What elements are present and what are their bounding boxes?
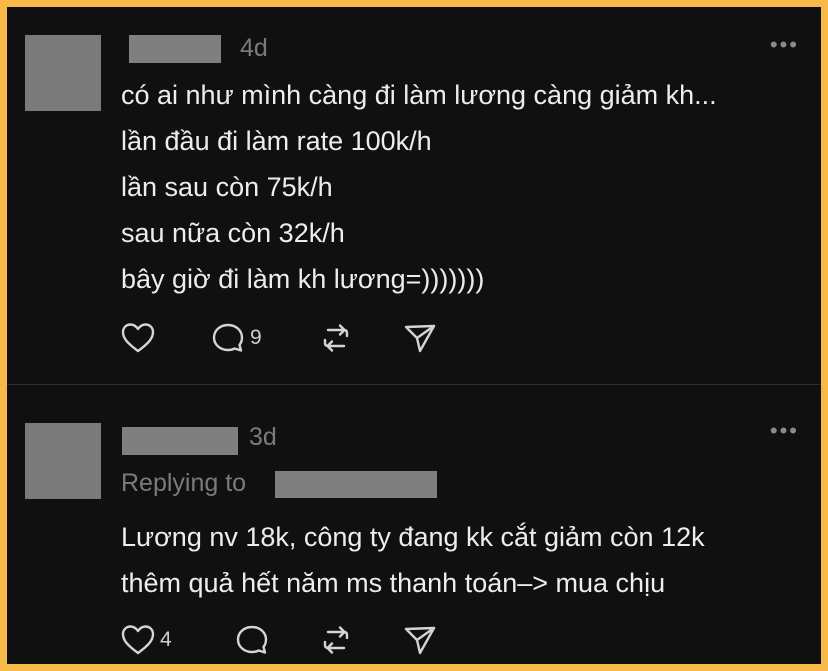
comment-button[interactable]	[235, 622, 269, 658]
more-options-icon[interactable]: •••	[770, 34, 799, 56]
post-text-line: lần đầu đi làm rate 100k/h	[121, 126, 432, 156]
like-count: 4	[160, 628, 172, 651]
like-button[interactable]	[121, 320, 155, 356]
post-body: có ai như mình càng đi làm lương càng gi…	[121, 72, 717, 302]
more-options-icon[interactable]: •••	[770, 420, 799, 442]
post-text-line: lần sau còn 75k/h	[121, 172, 333, 202]
post-text-line: bây giờ đi làm kh lương=)))))))	[121, 264, 485, 294]
repost-icon	[319, 624, 353, 656]
post-text-line: thêm quả hết năm ms thanh toán–> mua chị…	[121, 568, 666, 598]
comment-button[interactable]: 9	[211, 320, 262, 356]
comment-icon	[235, 624, 269, 656]
avatar[interactable]	[25, 423, 101, 499]
like-button[interactable]: 4	[121, 622, 172, 658]
share-button[interactable]	[403, 320, 437, 356]
avatar[interactable]	[25, 35, 101, 111]
post-text-line: sau nữa còn 32k/h	[121, 218, 345, 248]
post-time: 3d	[249, 423, 277, 451]
heart-icon	[121, 322, 155, 354]
post-time: 4d	[240, 34, 268, 62]
repost-button[interactable]	[319, 622, 353, 658]
heart-icon	[121, 624, 155, 656]
reply-count: 9	[250, 326, 262, 349]
post[interactable]: 3d ••• Replying to Lương nv 18k, công ty…	[7, 385, 821, 664]
thread-container: 4d ••• có ai như mình càng đi làm lương …	[7, 7, 821, 664]
username-redacted[interactable]	[122, 427, 238, 455]
replying-to-label: Replying to	[121, 469, 247, 497]
repost-button[interactable]	[319, 320, 353, 356]
replying-to-user-redacted[interactable]	[275, 471, 437, 498]
comment-icon	[211, 322, 245, 354]
share-icon	[403, 322, 437, 354]
share-button[interactable]	[403, 622, 437, 658]
post-body: Lương nv 18k, công ty đang kk cắt giảm c…	[121, 514, 705, 606]
post-text-line: có ai như mình càng đi làm lương càng gi…	[121, 80, 717, 110]
post-text-line: Lương nv 18k, công ty đang kk cắt giảm c…	[121, 522, 705, 552]
post[interactable]: 4d ••• có ai như mình càng đi làm lương …	[7, 7, 821, 384]
username-redacted[interactable]	[129, 35, 221, 63]
repost-icon	[319, 322, 353, 354]
share-icon	[403, 624, 437, 656]
